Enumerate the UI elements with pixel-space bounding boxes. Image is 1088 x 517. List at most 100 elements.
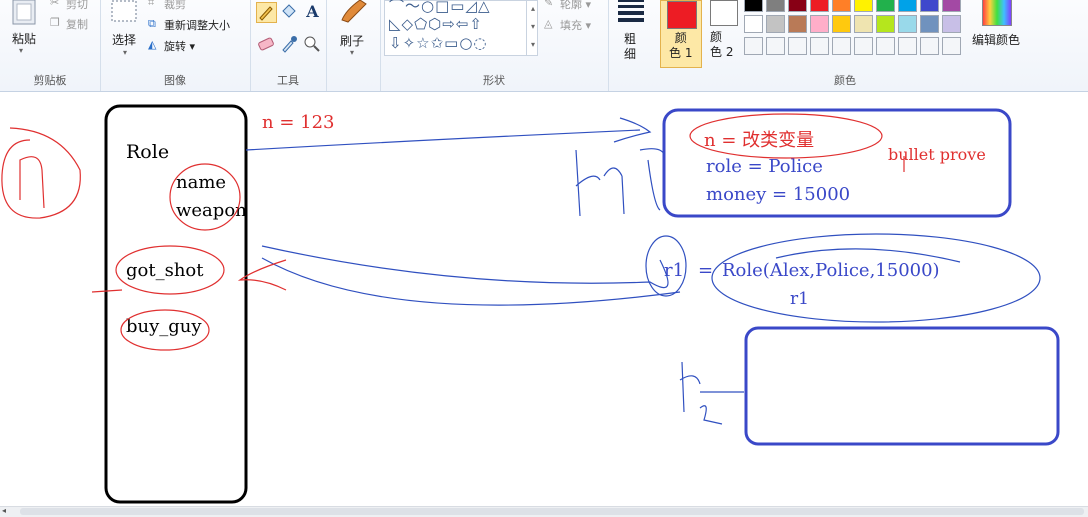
shapes-icons-row1: ⌒〜○□▭◿△ bbox=[389, 0, 491, 15]
outline-icon: ✎ bbox=[544, 0, 554, 9]
pencil-tool-button[interactable] bbox=[256, 2, 277, 23]
horizontal-scrollbar[interactable]: ◂ bbox=[0, 506, 1088, 517]
text-tool-button[interactable]: A bbox=[302, 2, 323, 23]
palette-swatch[interactable] bbox=[854, 15, 873, 33]
palette-swatch[interactable] bbox=[832, 0, 851, 12]
chevron-down-icon: ▾ bbox=[350, 48, 355, 57]
magnifier-button[interactable] bbox=[302, 34, 323, 55]
shapes-scroll[interactable]: ▴ ▾ ▾ bbox=[526, 0, 539, 56]
ribbon-toolbar: 粘贴 ▾ ✂ 剪切 ❐ 复制 剪贴板 选择 ▾ ⌗ 裁剪 ⧉ 重新调整大小 ◭ … bbox=[0, 0, 1088, 92]
second-object-box bbox=[744, 326, 1060, 446]
bullet-note: bullet prove bbox=[888, 145, 986, 164]
color1-button[interactable]: 颜 色 1 bbox=[660, 0, 702, 68]
palette-swatch[interactable] bbox=[766, 37, 785, 55]
palette-swatch[interactable] bbox=[898, 0, 917, 12]
shapes-icons-row3: ⇩✧☆✩▭○◌ bbox=[389, 34, 488, 52]
method-buy-guy: buy_guy bbox=[126, 316, 202, 337]
scissors-icon: ✂ bbox=[50, 0, 60, 9]
obj-role-text: role = Police bbox=[706, 156, 823, 177]
palette-swatch[interactable] bbox=[920, 15, 939, 33]
eraser-tool-button[interactable] bbox=[256, 34, 277, 55]
r1-equals: = bbox=[698, 260, 713, 281]
palette-swatch[interactable] bbox=[942, 15, 961, 33]
copy-icon: ❐ bbox=[50, 16, 60, 29]
palette-swatch[interactable] bbox=[942, 0, 961, 12]
scroll-left-arrow[interactable]: ◂ bbox=[2, 506, 6, 515]
r1-call-text: Role(Alex,Police,15000) bbox=[722, 260, 940, 281]
palette-swatch[interactable] bbox=[920, 37, 939, 55]
obj-money-text: money = 15000 bbox=[706, 184, 850, 205]
handwritten-r1-top bbox=[575, 148, 665, 217]
chevron-down-icon: ▾ bbox=[19, 46, 24, 55]
role-title: Role bbox=[126, 141, 169, 163]
palette-swatch[interactable] bbox=[942, 37, 961, 55]
palette-swatch[interactable] bbox=[898, 37, 917, 55]
rainbow-icon bbox=[982, 0, 1012, 26]
shapes-gallery[interactable]: ⌒〜○□▭◿△ ◺◇⬠⬡⇨⇦⇧ ⇩✧☆✩▭○◌ bbox=[384, 0, 538, 56]
palette-swatch[interactable] bbox=[744, 37, 763, 55]
image-group: 选择 ▾ ⌗ 裁剪 ⧉ 重新调整大小 ◭ 旋转 ▾ 图像 bbox=[100, 0, 251, 91]
color2-button[interactable]: 颜 色 2 bbox=[704, 0, 742, 68]
attr-name: name bbox=[176, 172, 226, 193]
palette-swatch[interactable] bbox=[766, 15, 785, 33]
palette-swatch[interactable] bbox=[810, 15, 829, 33]
r1-under-text: r1 bbox=[790, 289, 809, 309]
fill-bucket-icon bbox=[282, 4, 296, 18]
select-rect-icon bbox=[111, 0, 137, 22]
palette-swatch[interactable] bbox=[920, 0, 939, 12]
palette-swatch[interactable] bbox=[832, 37, 851, 55]
size-button[interactable]: 粗 细 bbox=[612, 0, 652, 70]
role-class-box bbox=[104, 104, 248, 504]
palette-swatch[interactable] bbox=[854, 37, 873, 55]
tools-group: A 工具 bbox=[250, 0, 327, 91]
n-assign-text: n = 123 bbox=[262, 112, 334, 133]
scroll-thumb[interactable] bbox=[20, 508, 1084, 515]
palette-swatch[interactable] bbox=[766, 0, 785, 12]
clipboard-group: 粘贴 ▾ ✂ 剪切 ❐ 复制 剪贴板 bbox=[0, 0, 101, 91]
magnifier-icon bbox=[304, 36, 320, 52]
color1-swatch bbox=[667, 1, 697, 29]
drawing-canvas[interactable]: Role name weapon got_shot buy_guy n = 12… bbox=[0, 92, 1088, 506]
palette-swatch[interactable] bbox=[832, 15, 851, 33]
eraser-icon bbox=[258, 37, 274, 51]
select-button[interactable]: 选择 ▾ bbox=[108, 0, 144, 64]
pencil-icon bbox=[259, 6, 273, 21]
chevron-down-icon: ▾ bbox=[123, 48, 128, 57]
palette-swatch[interactable] bbox=[788, 15, 807, 33]
brushes-button[interactable]: 刷子 ▾ bbox=[332, 0, 374, 64]
fill-icon: ◬ bbox=[544, 17, 553, 30]
palette-swatch[interactable] bbox=[744, 0, 763, 12]
edit-colors-button[interactable]: 编辑颜色 bbox=[972, 0, 1030, 60]
resize-icon: ⧉ bbox=[148, 17, 156, 30]
palette-swatch[interactable] bbox=[876, 37, 895, 55]
palette-swatch[interactable] bbox=[788, 0, 807, 12]
line-width-icon bbox=[618, 0, 644, 22]
palette-swatch[interactable] bbox=[810, 0, 829, 12]
handwritten-r2 bbox=[679, 361, 744, 425]
obj-n-text: n = 改类变量 bbox=[704, 130, 814, 151]
eyedropper-icon bbox=[282, 36, 297, 53]
palette-swatch[interactable] bbox=[854, 0, 873, 12]
palette-swatch[interactable] bbox=[744, 15, 763, 33]
canvas-drawing: Role name weapon got_shot buy_guy n = 12… bbox=[1, 104, 1060, 504]
brushes-group: 刷子 ▾ bbox=[326, 0, 381, 91]
palette-swatch[interactable] bbox=[876, 0, 895, 12]
red-scribble-left bbox=[1, 127, 81, 219]
brush-icon bbox=[341, 0, 367, 23]
clipboard-icon bbox=[12, 0, 36, 25]
paste-button[interactable]: 粘贴 ▾ bbox=[6, 0, 46, 64]
palette-swatch[interactable] bbox=[810, 37, 829, 55]
rotate-icon: ◭ bbox=[148, 38, 157, 51]
palette-swatch[interactable] bbox=[898, 15, 917, 33]
fill-tool-button[interactable] bbox=[279, 2, 300, 23]
crop-icon: ⌗ bbox=[148, 0, 155, 9]
color2-swatch bbox=[710, 0, 738, 26]
palette-swatch[interactable] bbox=[788, 37, 807, 55]
color-palette bbox=[744, 0, 970, 60]
text-a-icon: A bbox=[306, 2, 319, 21]
palette-swatch[interactable] bbox=[876, 15, 895, 33]
method-got-shot: got_shot bbox=[126, 260, 204, 281]
color-picker-button[interactable] bbox=[279, 34, 300, 55]
shapes-group: ⌒〜○□▭◿△ ◺◇⬠⬡⇨⇦⇧ ⇩✧☆✩▭○◌ ▴ ▾ ▾ ✎ 轮廓 ▾ ◬ 填充 … bbox=[380, 0, 609, 91]
blue-arrow-to-class bbox=[261, 245, 681, 306]
